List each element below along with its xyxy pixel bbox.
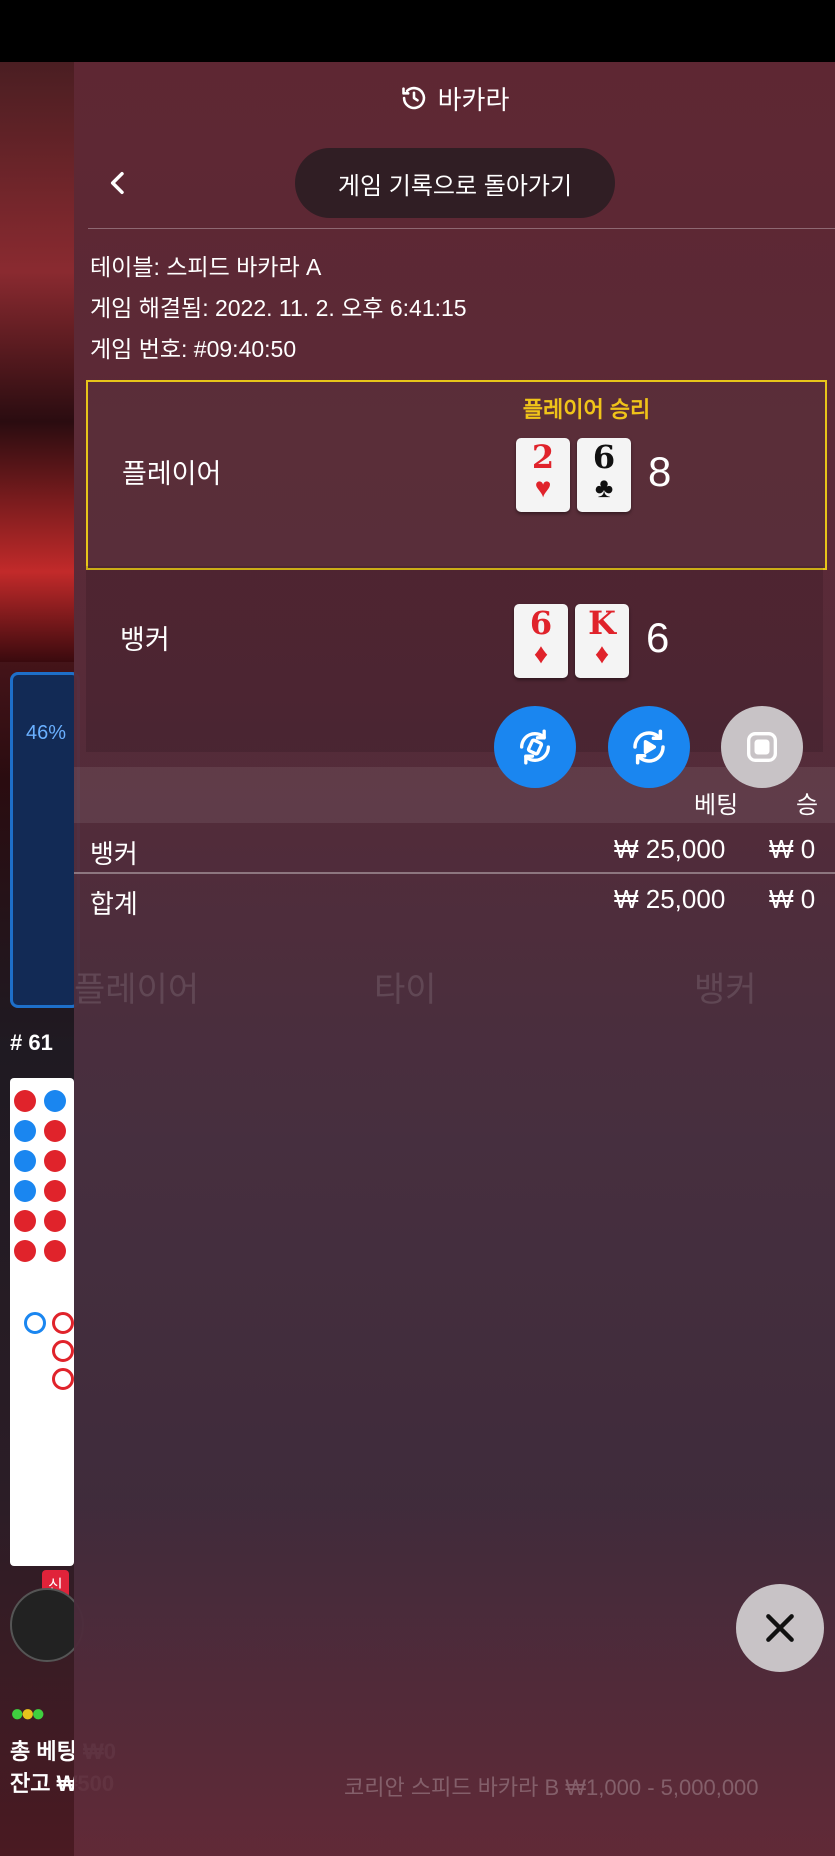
replay-button[interactable] (608, 706, 690, 788)
ghost-tab-player: 플레이어 (74, 971, 200, 1009)
result-label: 플레이어 승리 (522, 397, 651, 422)
chevron-left-icon[interactable] (102, 166, 134, 200)
close-icon (766, 1614, 794, 1642)
game-number: 게임 번호: #09:40:50 (90, 336, 297, 362)
road-dot-banker (14, 1240, 36, 1262)
win-column-header: 승 (796, 792, 819, 819)
round-number: # 61 (10, 1030, 53, 1055)
road-dot-player (14, 1150, 36, 1172)
road-ring-banker (52, 1312, 74, 1334)
status-balls: ●●● (10, 1700, 45, 1728)
resolved-time: 게임 해결됨: 2022. 11. 2. 오후 6:41:15 (90, 295, 467, 321)
lobby-button[interactable] (10, 1588, 84, 1662)
club-icon: ♣ (594, 472, 614, 503)
road-dot-banker (44, 1150, 66, 1172)
win-amount: ₩ 0 (769, 834, 816, 864)
banker-label: 뱅커 (120, 625, 170, 655)
rotate-button[interactable] (494, 706, 576, 788)
green-ball-icon: ● (31, 1700, 45, 1727)
road-dot-banker (14, 1210, 36, 1232)
road-ring-banker (52, 1340, 74, 1362)
road-dot-player (14, 1180, 36, 1202)
ghost-tab-tie: 타이 (374, 971, 437, 1009)
card-rank: 6 (592, 438, 616, 476)
bet-amount: ₩ 25,000 (614, 834, 726, 864)
heart-icon: ♥ (534, 472, 552, 503)
player-hand-row: 플레이어 승리 플레이어 2 ♥ 6 ♣ 8 (86, 380, 827, 570)
panel-title: 바카라 (437, 84, 510, 115)
road-dot-banker (44, 1180, 66, 1202)
banker-card-1: 6 ♦ (514, 604, 568, 678)
dealer-video (0, 62, 74, 662)
total-win-amount: ₩ 0 (769, 884, 816, 914)
bet-type: 뱅커 (90, 839, 138, 869)
rotate-icon (520, 729, 550, 765)
card-rank: K (588, 604, 616, 642)
bets-table-header: 베팅 승 (74, 767, 835, 823)
stats-percent: 46% (26, 722, 67, 744)
divider (88, 228, 835, 229)
road-dot-banker (44, 1120, 66, 1142)
back-row: 게임 기록으로 돌아가기 (74, 148, 835, 218)
close-button[interactable] (736, 1584, 824, 1672)
bet-column-header: 베팅 (694, 792, 739, 819)
player-card-1: 2 ♥ (516, 438, 570, 512)
ghost-table-limits: 코리안 스피드 바카라 B ₩1,000 - 5,000,000 (344, 1775, 759, 1800)
road-dot-player (44, 1090, 66, 1112)
replay-icon (633, 729, 665, 765)
game-history-panel: 플레이어 타이 뱅커 바카라 게임 기록으로 돌아가기 테이블: 스피드 바카라… (74, 62, 835, 1856)
yellow-ball-icon: ● (20, 1700, 35, 1727)
player-score: 8 (648, 448, 672, 495)
road-dot-player (14, 1120, 36, 1142)
green-ball-icon: ● (10, 1700, 24, 1727)
table-name: 테이블: 스피드 바카라 A (90, 254, 322, 280)
player-card-2: 6 ♣ (577, 438, 631, 512)
card-rank: 6 (529, 604, 553, 642)
banker-hand-row: 뱅커 6 ♦ K ♦ 6 (86, 566, 823, 752)
bead-road (10, 1078, 74, 1566)
total-bet-amount: ₩ 25,000 (614, 884, 726, 914)
road-ring-player (24, 1312, 46, 1334)
road-dot-banker (44, 1240, 66, 1262)
back-to-history-button[interactable]: 게임 기록으로 돌아가기 (295, 148, 615, 218)
player-label: 플레이어 (122, 459, 222, 489)
diamond-icon: ♦ (533, 638, 549, 669)
total-row: 합계 ₩ 25,000 ₩ 0 (74, 874, 835, 922)
history-icon (401, 86, 425, 110)
diamond-icon: ♦ (594, 638, 610, 669)
road-ring-banker (52, 1368, 74, 1390)
road-dot-banker (14, 1090, 36, 1112)
banker-score: 6 (646, 614, 670, 661)
stop-icon (747, 732, 777, 762)
table-row: 뱅커 ₩ 25,000 ₩ 0 (74, 824, 835, 872)
panel-header: 바카라 (74, 78, 835, 118)
total-label: 합계 (90, 889, 138, 919)
road-dot-banker (44, 1210, 66, 1232)
card-rank: 2 (531, 438, 555, 476)
banker-card-2: K ♦ (575, 604, 629, 678)
ghost-tab-banker: 뱅커 (694, 971, 757, 1009)
stop-button[interactable] (721, 706, 803, 788)
